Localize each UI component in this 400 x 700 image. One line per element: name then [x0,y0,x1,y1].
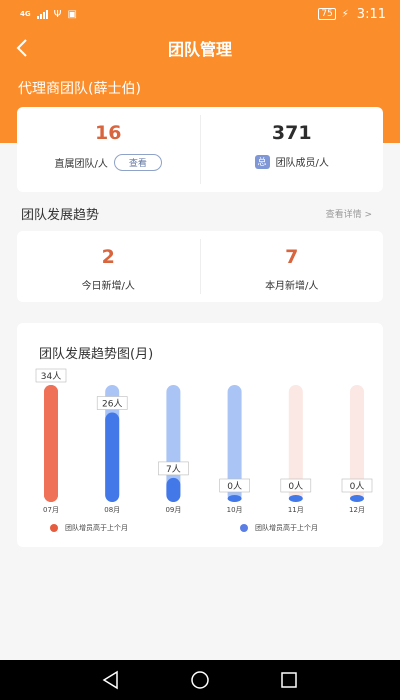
trend-chart: 34人 07月 26人 08月 7人 09月 0人 10月 0人 11月 0人 12月 [35,368,373,514]
legend-item-red: 团队增员高于上个月 [50,523,128,533]
total-badge-icon: 总 [254,154,270,169]
bar-fill [350,495,364,502]
bar-value-label: 0人 [227,481,242,492]
nav-bar: 团队管理 [0,28,400,68]
bar-fill [288,495,303,502]
legend-blue-label: 团队增员高于上个月 [255,524,318,532]
team-summary-card: 16 直属团队/人 查看 371 总 团队成员/人 [17,107,383,192]
system-nav-bar [0,660,400,700]
legend-red-dot-icon [50,524,58,532]
team-members-row: 总 团队成员/人 [254,154,329,169]
charging-icon: ⚡ [341,8,349,20]
bar-value-label: 0人 [288,481,303,492]
legend-item-blue: 团队增员高于上个月 [240,523,318,533]
month-new-label: 本月新增/人 [265,281,319,292]
bar-value-label: 0人 [350,481,365,492]
today-new-label: 今日新增/人 [81,281,135,292]
team-name: 代理商团队(薛士伯) [18,81,141,97]
view-direct-team-button[interactable]: 查看 [113,154,162,171]
legend-blue-dot-icon [240,524,248,532]
direct-team-row: 直属团队/人 查看 [55,154,162,171]
clock: 3:11 [356,6,386,22]
view-details-link[interactable]: 查看详情 > [326,207,372,220]
system-nav-icons [102,670,297,690]
bar-value-label: 34人 [41,371,61,382]
back-triangle-icon[interactable] [102,670,118,690]
battery-icon: 75 [318,8,336,20]
category-label: 08月 [104,506,120,514]
category-label: 10月 [227,506,243,514]
network-type: 4G [20,9,31,18]
bar-value-label: 26人 [102,399,122,410]
home-circle-icon[interactable] [191,671,209,689]
direct-team-label: 直属团队/人 [54,159,108,170]
today-new-count: 2 [101,246,115,268]
recents-square-icon[interactable] [281,672,297,688]
bar-fill [105,412,120,502]
category-label: 07月 [43,506,59,514]
status-bar: 4G Ψ ▣ 75 ⚡ 3:11 [0,0,400,28]
bar-fill [44,385,58,502]
trend-chart-card: 团队发展趋势图(月) 34人 07月 26人 08月 7人 09月 0人 10月 0人 11月 0人… [17,323,383,547]
bar-value-label: 7人 [166,464,181,475]
today-new-stat: 2 今日新增/人 [17,231,200,302]
category-label: 09月 [165,506,181,514]
team-members-label: 团队成员/人 [275,158,329,169]
month-new-count: 7 [285,246,299,268]
photo-notification-icon: ▣ [67,8,77,20]
page-title: 团队管理 [167,40,232,59]
category-label: 11月 [288,506,304,514]
category-label: 12月 [349,506,365,514]
direct-team-stat: 16 直属团队/人 查看 [17,107,200,192]
legend-red-label: 团队增员高于上个月 [65,524,128,532]
bar-fill [227,495,242,502]
signal-icon [36,9,48,19]
bar-fill [166,477,181,502]
month-new-stat: 7 本月新增/人 [201,231,384,302]
new-members-card: 2 今日新增/人 7 本月新增/人 [17,231,383,302]
trend-section-title: 团队发展趋势 [21,208,100,223]
team-members-count: 371 [271,122,312,144]
direct-team-count: 16 [95,122,122,144]
usb-icon: Ψ [53,8,62,20]
team-members-stat: 371 总 团队成员/人 [201,107,384,192]
